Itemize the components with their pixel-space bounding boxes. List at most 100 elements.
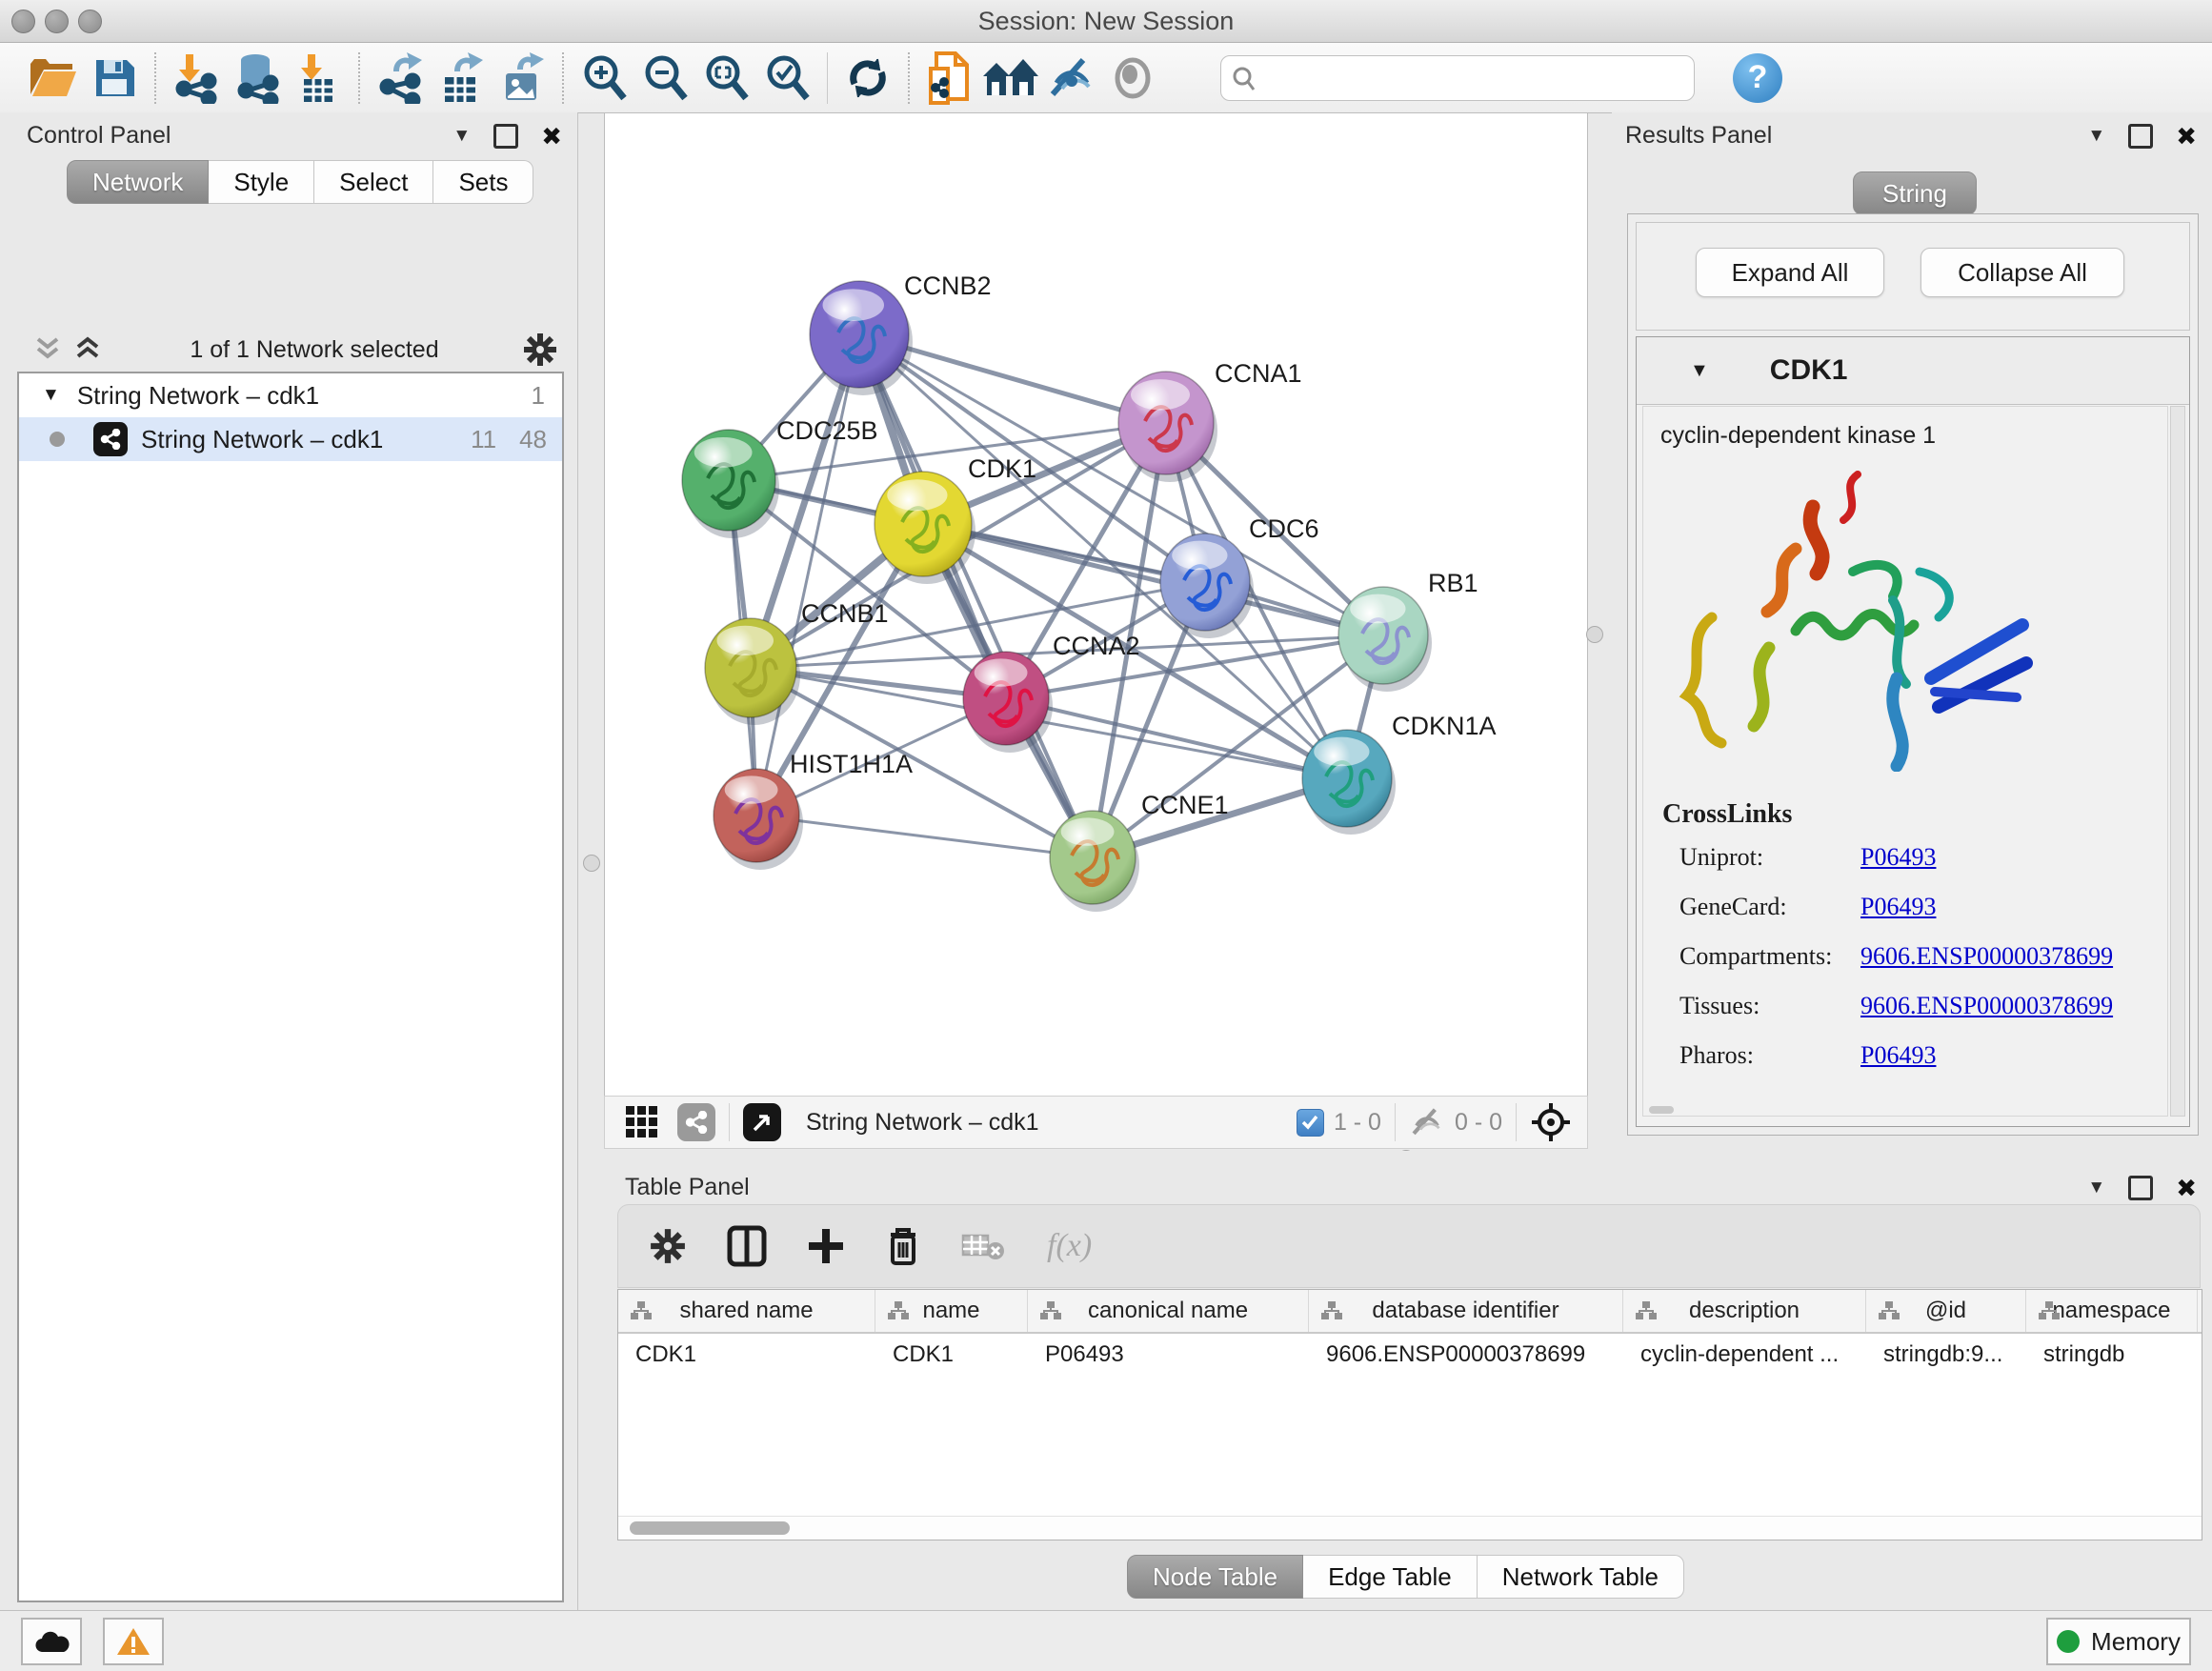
column-header-description[interactable]: description xyxy=(1623,1290,1866,1332)
tab-network[interactable]: Network xyxy=(67,160,209,204)
column-header-name[interactable]: name xyxy=(875,1290,1028,1332)
detach-view-icon[interactable] xyxy=(743,1103,781,1141)
network-edge[interactable] xyxy=(859,334,1093,857)
birds-eye-icon[interactable] xyxy=(1530,1101,1572,1143)
tab-node-table[interactable]: Node Table xyxy=(1127,1555,1303,1599)
crosslink-genecard-link[interactable]: P06493 xyxy=(1860,893,1936,921)
warning-button[interactable] xyxy=(103,1618,164,1665)
table-panel-close-icon[interactable]: ✖ xyxy=(2176,1178,2197,1198)
collapse-all-icon[interactable] xyxy=(32,335,67,364)
table-panel-float-icon[interactable] xyxy=(2128,1176,2153,1200)
selected-checkbox-icon[interactable] xyxy=(1297,1109,1324,1137)
control-panel-float-icon[interactable] xyxy=(493,124,518,149)
network-edge[interactable] xyxy=(756,815,1093,857)
tab-style[interactable]: Style xyxy=(209,160,314,204)
network-row-selected[interactable]: String Network – cdk1 11 48 xyxy=(19,417,562,461)
column-header-sharedname[interactable]: shared name xyxy=(618,1290,875,1332)
cell-sharedname[interactable]: CDK1 xyxy=(618,1341,875,1368)
export-table-icon[interactable] xyxy=(431,49,492,108)
tab-select[interactable]: Select xyxy=(314,160,433,204)
table-toolbar: f(x) xyxy=(617,1204,2201,1288)
tab-string[interactable]: String xyxy=(1853,171,1977,215)
cell-description[interactable]: cyclin-dependent ... xyxy=(1623,1341,1866,1368)
share-document-icon[interactable] xyxy=(919,49,980,108)
zoom-selected-icon[interactable] xyxy=(756,49,817,108)
network-node-CDKN1A[interactable]: CDKN1A xyxy=(1302,712,1497,835)
import-database-icon[interactable] xyxy=(227,49,288,108)
save-icon[interactable] xyxy=(84,49,145,108)
column-header-id[interactable]: @id xyxy=(1866,1290,2026,1332)
help-icon[interactable]: ? xyxy=(1733,53,1782,103)
column-header-namespace[interactable]: namespace xyxy=(2026,1290,2198,1332)
refresh-icon[interactable] xyxy=(837,49,898,108)
column-header-databaseidentifier[interactable]: database identifier xyxy=(1309,1290,1623,1332)
network-node-RB1[interactable]: RB1 xyxy=(1338,569,1478,692)
cell-namespace[interactable]: stringdb xyxy=(2026,1341,2198,1368)
import-network-icon[interactable] xyxy=(166,49,227,108)
network-node-CDK1[interactable]: CDK1 xyxy=(875,454,1036,584)
collapse-triangle-icon[interactable]: ▼ xyxy=(42,385,60,406)
section-collapse-icon[interactable]: ▼ xyxy=(1690,360,1709,382)
zoom-in-icon[interactable] xyxy=(573,49,634,108)
hide-glass-icon[interactable] xyxy=(1041,49,1102,108)
cell-name[interactable]: CDK1 xyxy=(875,1341,1028,1368)
memory-button[interactable]: Memory xyxy=(2046,1618,2191,1665)
expand-all-button[interactable]: Expand All xyxy=(1696,248,1884,297)
crosslink-uniprot-link[interactable]: P06493 xyxy=(1860,843,1936,872)
node-label-CCNE1: CCNE1 xyxy=(1141,791,1229,819)
show-columns-icon[interactable] xyxy=(727,1225,767,1267)
crosslink-tissues-link[interactable]: 9606.ENSP00000378699 xyxy=(1860,992,2113,1020)
table-row[interactable]: CDK1CDK1P064939606.ENSP00000378699cyclin… xyxy=(618,1334,2202,1376)
results-vscrollbar[interactable] xyxy=(2170,406,2185,1117)
grid-view-icon[interactable] xyxy=(624,1104,660,1140)
expand-all-icon[interactable] xyxy=(72,335,107,364)
zoom-fit-icon[interactable] xyxy=(695,49,756,108)
crosslink-pharos-link[interactable]: P06493 xyxy=(1860,1041,1936,1070)
eye-icon[interactable] xyxy=(1102,49,1163,108)
network-edge[interactable] xyxy=(756,334,859,815)
section-title: CDK1 xyxy=(1770,354,1848,387)
table-hscrollbar[interactable] xyxy=(618,1516,2202,1540)
network-node-HIST1H1A[interactable]: HIST1H1A xyxy=(714,750,913,870)
tab-sets[interactable]: Sets xyxy=(433,160,533,204)
crosslink-compartments-link[interactable]: 9606.ENSP00000378699 xyxy=(1860,942,2113,971)
delete-column-icon[interactable] xyxy=(885,1225,921,1267)
right-splitter-handle[interactable] xyxy=(1586,626,1603,643)
cell-canonicalname[interactable]: P06493 xyxy=(1028,1341,1309,1368)
export-image-icon[interactable] xyxy=(492,49,553,108)
import-table-icon[interactable] xyxy=(288,49,349,108)
column-header-canonicalname[interactable]: canonical name xyxy=(1028,1290,1309,1332)
network-node-CCNE1[interactable]: CCNE1 xyxy=(1050,791,1229,912)
gear-icon[interactable] xyxy=(522,332,558,368)
export-network-icon[interactable] xyxy=(370,49,431,108)
table-gear-icon[interactable] xyxy=(649,1227,687,1265)
network-node-CCNB2[interactable]: CCNB2 xyxy=(810,272,992,395)
results-panel-close-icon[interactable]: ✖ xyxy=(2176,127,2197,146)
network-edge[interactable] xyxy=(1006,698,1347,778)
zoom-out-icon[interactable] xyxy=(634,49,695,108)
home-icon[interactable] xyxy=(980,49,1041,108)
control-panel-close-icon[interactable]: ✖ xyxy=(541,127,562,146)
cdk1-section-header[interactable]: ▼ CDK1 xyxy=(1637,337,2189,405)
add-column-icon[interactable] xyxy=(807,1227,845,1265)
tab-network-table[interactable]: Network Table xyxy=(1478,1555,1684,1599)
network-canvas[interactable]: CCNB2CCNA1CDC25BCDK1CDC6RB1CCNB1CCNA2CDK… xyxy=(604,112,1588,1097)
cell-databaseidentifier[interactable]: 9606.ENSP00000378699 xyxy=(1309,1341,1623,1368)
results-panel-float-icon[interactable] xyxy=(2128,124,2153,149)
network-node-CDC6[interactable]: CDC6 xyxy=(1160,514,1319,638)
share-view-icon[interactable] xyxy=(677,1103,715,1141)
cell-id[interactable]: stringdb:9... xyxy=(1866,1341,2026,1368)
open-file-icon[interactable] xyxy=(23,49,84,108)
left-splitter-handle[interactable] xyxy=(583,855,600,872)
cloud-button[interactable] xyxy=(21,1618,82,1665)
search-input[interactable] xyxy=(1263,64,1677,92)
control-panel-menu-icon[interactable]: ▼ xyxy=(452,126,471,147)
results-hscrollbar[interactable] xyxy=(1649,1106,1674,1114)
network-collection-row[interactable]: ▼ String Network – cdk1 1 xyxy=(19,373,562,417)
table-hscrollbar-thumb[interactable] xyxy=(630,1521,790,1535)
table-panel-menu-icon[interactable]: ▼ xyxy=(2087,1178,2105,1198)
collapse-all-button[interactable]: Collapse All xyxy=(1920,248,2124,297)
results-panel-menu-icon[interactable]: ▼ xyxy=(2087,126,2105,147)
tab-edge-table[interactable]: Edge Table xyxy=(1303,1555,1478,1599)
network-selection-bar: 1 of 1 Network selected xyxy=(0,330,577,370)
